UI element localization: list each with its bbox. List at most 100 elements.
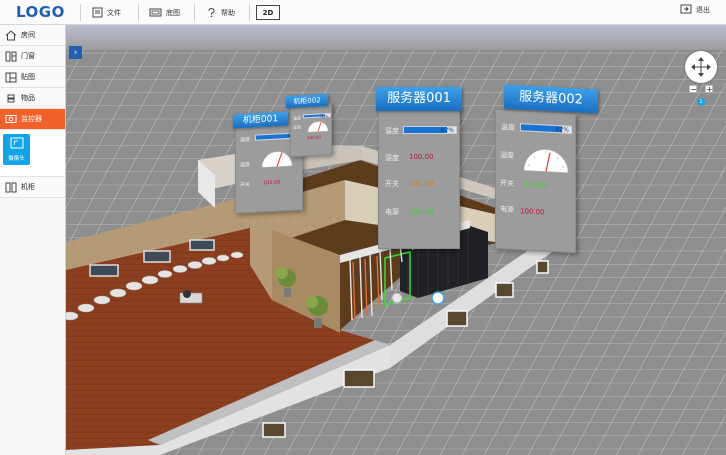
view-mode-2d-button[interactable]: 2D xyxy=(256,5,280,20)
file-label: 文件 xyxy=(107,8,121,17)
server-002-title: 服务器002 xyxy=(504,84,598,114)
drag-handle[interactable] xyxy=(431,291,445,305)
door-window-icon xyxy=(4,50,17,63)
temp-bar-fill xyxy=(256,133,293,140)
logout-label: 退出 xyxy=(696,6,710,14)
server-001-panel[interactable]: 温度 82% 湿度 100.00 开关 100.00 电源 100.00 xyxy=(378,107,460,249)
sidebar-item-door-window[interactable]: 门窗 xyxy=(0,46,65,67)
switch-label: 开关 xyxy=(500,179,514,188)
humidity-gauge xyxy=(261,151,293,168)
humidity-label: 湿度 xyxy=(385,154,399,162)
logout-icon xyxy=(680,4,692,16)
camera-icon xyxy=(10,137,24,151)
switch-value: 100.00 xyxy=(409,180,434,188)
toolbar-divider xyxy=(194,4,195,21)
floor-plan-icon xyxy=(149,7,162,18)
sidebar-item-label: 门窗 xyxy=(21,52,35,60)
help-label: 帮助 xyxy=(221,8,235,17)
pan-arrows-icon xyxy=(691,57,711,77)
window xyxy=(189,239,215,251)
sidebar-item-monitor[interactable]: 监控器 xyxy=(0,109,65,130)
file-button[interactable]: 文件 xyxy=(92,4,121,21)
humidity-value: 100.00 xyxy=(409,153,434,161)
window xyxy=(495,282,514,298)
switch-label: 开关 xyxy=(385,180,399,188)
floor-plan-label: 底图 xyxy=(166,8,180,17)
window xyxy=(143,250,171,263)
texture-icon xyxy=(4,71,17,84)
app-logo: LOGO xyxy=(16,3,65,21)
temp-label: 温度 xyxy=(501,123,515,132)
cabinet-icon xyxy=(4,181,17,194)
humidity-gauge xyxy=(307,121,329,133)
chevron-right-icon: › xyxy=(73,47,78,58)
sidebar-item-label: 物品 xyxy=(21,94,35,102)
zoom-out-button[interactable]: − xyxy=(689,85,697,94)
temp-value: 82% xyxy=(321,114,328,119)
temp-label: 温度 xyxy=(385,127,399,135)
window xyxy=(89,264,119,277)
sidebar-item-label: 机柜 xyxy=(21,183,35,191)
top-toolbar: LOGO 文件 底图 帮助 2D 退出 xyxy=(0,0,726,25)
cabinet-002-title: 机柜002 xyxy=(286,93,328,109)
humidity-label: 湿度 xyxy=(240,161,251,169)
humidity-label: 湿度 xyxy=(293,124,301,130)
sidebar-item-texture[interactable]: 贴图 xyxy=(0,67,65,88)
toolbar-divider xyxy=(80,4,81,21)
humidity-gauge xyxy=(523,149,569,174)
toolbar-divider xyxy=(138,4,139,21)
navigation-compass[interactable] xyxy=(685,51,717,83)
server-001-title: 服务器001 xyxy=(376,87,462,111)
window xyxy=(262,422,286,438)
cabinet-001-title: 机柜001 xyxy=(233,111,288,129)
sidebar-item-cabinet[interactable]: 机柜 xyxy=(0,177,65,198)
plus-icon: + xyxy=(706,85,713,94)
house-icon xyxy=(4,29,17,42)
expand-sidebar-button[interactable]: › xyxy=(69,46,82,59)
zoom-level-badge: 1 xyxy=(697,98,705,106)
power-value: 100.00 xyxy=(520,207,545,217)
power-value: 100.00 xyxy=(409,208,434,216)
switch-label: 开关 xyxy=(240,181,251,189)
help-icon xyxy=(206,7,217,18)
temp-value: 82% xyxy=(440,127,454,134)
drag-handle[interactable] xyxy=(391,292,403,304)
logout-button[interactable]: 退出 xyxy=(680,4,710,16)
switch-value: 100.00 xyxy=(524,180,549,190)
power-label: 电源 xyxy=(385,208,399,216)
toolbar-divider xyxy=(249,4,250,21)
window xyxy=(343,369,375,388)
left-sidebar: 房间 门窗 贴图 物品 监控器 摄像头 机柜 xyxy=(0,25,66,455)
switch-value: 100.00 xyxy=(307,134,321,141)
temp-label: 温度 xyxy=(293,115,301,121)
humidity-label: 湿度 xyxy=(500,151,514,160)
horizon-band xyxy=(66,25,726,50)
app-window: LOGO 文件 底图 帮助 2D 退出 房间 门窗 贴图 物品 监控器 摄像头 … xyxy=(0,0,726,455)
camera-tile[interactable]: 摄像头 xyxy=(3,134,30,165)
file-icon xyxy=(92,7,103,18)
temp-label: 温度 xyxy=(240,136,251,144)
camera-tile-label: 摄像头 xyxy=(8,156,25,162)
sidebar-item-items[interactable]: 物品 xyxy=(0,88,65,109)
switch-value: 100.00 xyxy=(263,179,281,187)
zoom-in-button[interactable]: + xyxy=(705,85,713,94)
item-icon xyxy=(4,92,17,105)
cabinet-002-panel[interactable]: 温度 82% 湿度 100.00 xyxy=(290,101,332,158)
temp-bar: 82% xyxy=(303,112,331,119)
window xyxy=(446,310,468,327)
power-label: 电源 xyxy=(500,205,514,214)
temp-bar: 82% xyxy=(520,123,572,134)
sidebar-item-room[interactable]: 房间 xyxy=(0,25,65,46)
monitor-icon xyxy=(4,113,17,126)
scene-viewport[interactable]: 温度 82% 湿度 开关 100.00 机柜001 温度 82% xyxy=(66,25,726,455)
sidebar-item-label: 监控器 xyxy=(21,115,42,123)
sidebar-item-label: 贴图 xyxy=(21,73,35,81)
window xyxy=(536,260,549,274)
monitor-sub-panel: 摄像头 xyxy=(0,130,65,177)
server-002-panel[interactable]: 温度 82% 湿度 开关 100.00 电源 100.00 xyxy=(495,108,576,254)
temp-bar: 82% xyxy=(403,126,457,134)
sidebar-item-label: 房间 xyxy=(21,31,35,39)
floor-plan-button[interactable]: 底图 xyxy=(149,4,180,21)
help-button[interactable]: 帮助 xyxy=(206,4,235,21)
minus-icon: − xyxy=(690,85,697,94)
